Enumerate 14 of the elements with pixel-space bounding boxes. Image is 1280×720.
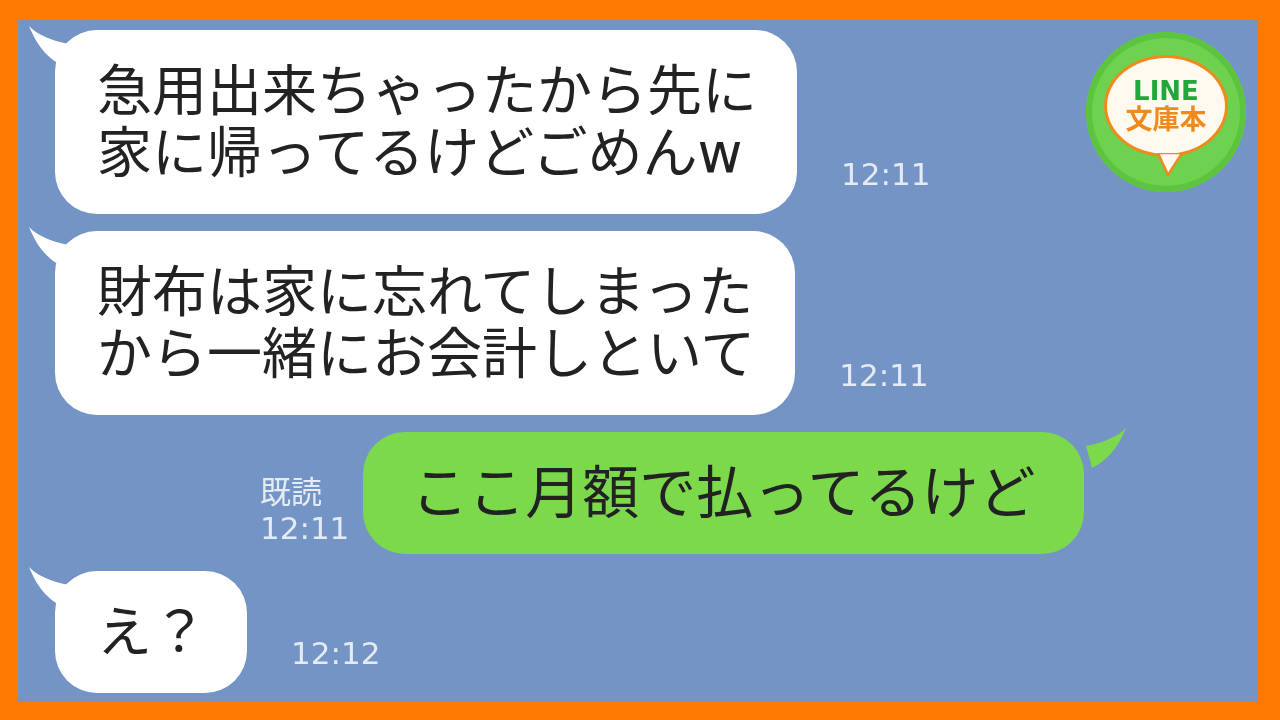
read-status: 既読 [260, 474, 323, 510]
bubble-tail [1085, 428, 1126, 468]
message-text: から一緒にお会計しといて [97, 323, 756, 385]
message-text: 家に帰ってるけどごめんw [97, 122, 744, 184]
logo-text: 文庫本 [1125, 105, 1207, 135]
message-time: 12:12 [291, 635, 381, 671]
message-text: 急用出来ちゃったから先に [97, 60, 757, 122]
message-time: 12:11 [839, 357, 929, 393]
message-time: 12:11 [260, 510, 350, 546]
logo-text: LINE [1133, 77, 1199, 105]
message-text: 財布は家に忘れてしまった [97, 261, 755, 323]
message-time: 12:11 [841, 156, 931, 192]
message-text: え？ [97, 601, 207, 663]
message-bubble: ここ月額で払ってるけど [363, 432, 1084, 554]
